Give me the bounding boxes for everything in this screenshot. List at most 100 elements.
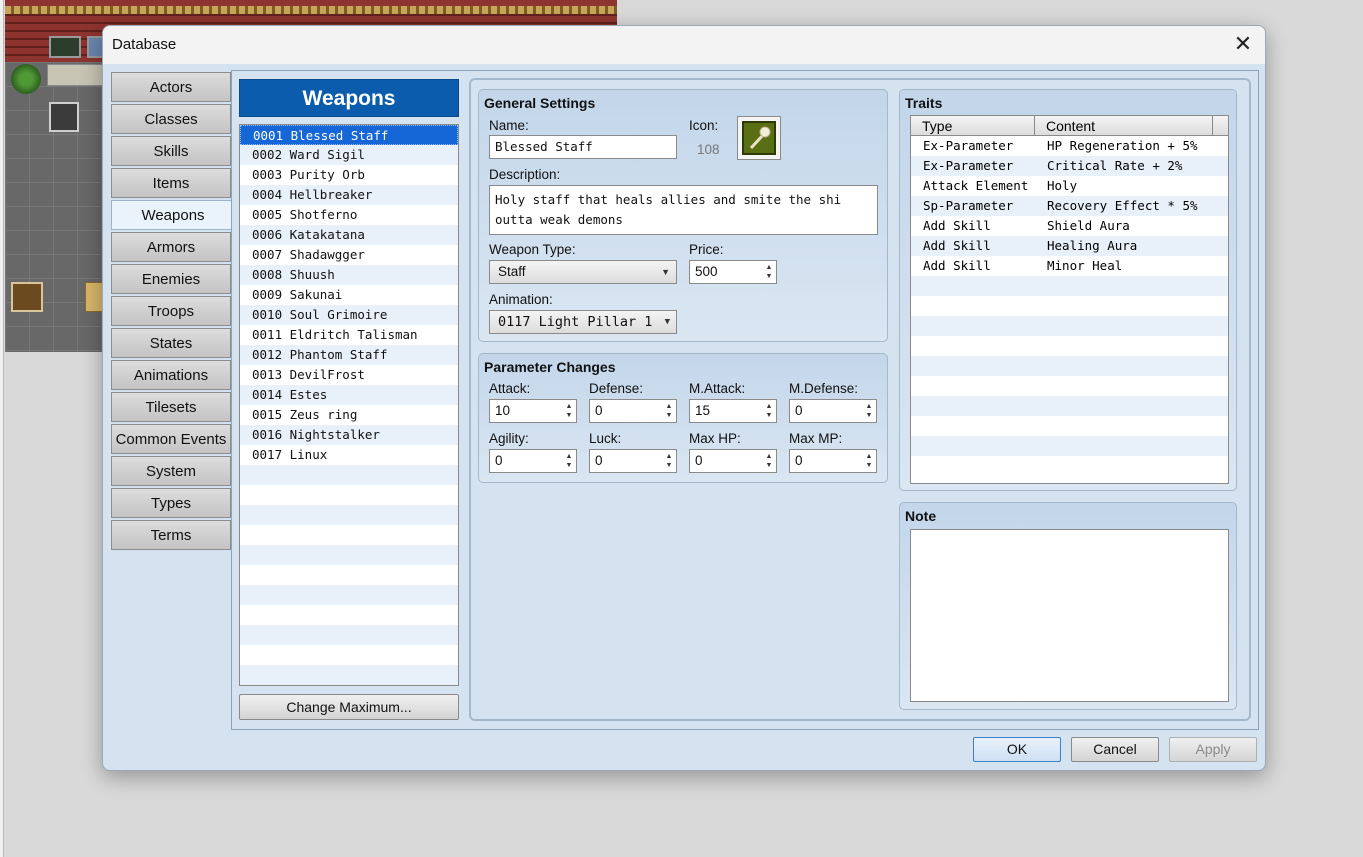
list-item[interactable]: 0012 Phantom Staff [240,345,458,365]
tab-items[interactable]: Items [111,168,231,198]
apply-button[interactable]: Apply [1169,737,1257,762]
trait-row[interactable]: Add Skill Shield Aura [911,216,1228,236]
tab-terms[interactable]: Terms [111,520,231,550]
list-item-empty[interactable] [240,645,458,665]
list-item-empty[interactable] [240,525,458,545]
spin-arrows-icon[interactable]: ▲ ▼ [764,263,774,281]
max-hp-field[interactable]: 0 ▲ ▼ [689,449,777,473]
note-group: Note [899,502,1237,710]
editor-left-strip [0,0,4,857]
trait-row-empty[interactable] [911,376,1228,396]
tab-types[interactable]: Types [111,488,231,518]
change-maximum-button[interactable]: Change Maximum... [239,694,459,720]
trait-row-empty[interactable] [911,276,1228,296]
trait-row-empty[interactable] [911,396,1228,416]
spin-arrows-icon[interactable]: ▲ ▼ [864,452,874,470]
trait-row[interactable]: Ex-Parameter HP Regeneration + 5% [911,136,1228,156]
list-item-empty[interactable] [240,665,458,685]
trait-row[interactable]: Add Skill Minor Heal [911,256,1228,276]
tab-skills[interactable]: Skills [111,136,231,166]
trait-row-empty[interactable] [911,436,1228,456]
tab-states[interactable]: States [111,328,231,358]
spin-arrows-icon[interactable]: ▲ ▼ [764,452,774,470]
list-item[interactable]: 0009 Sakunai [240,285,458,305]
attack-field[interactable]: 10 ▲ ▼ [489,399,577,423]
trait-row[interactable]: Add Skill Healing Aura [911,236,1228,256]
price-field[interactable]: 500 ▲ ▼ [689,260,777,284]
spin-arrows-icon[interactable]: ▲ ▼ [864,402,874,420]
list-item[interactable]: 0017 Linux [240,445,458,465]
list-item[interactable]: 0010 Soul Grimoire [240,305,458,325]
list-item[interactable]: 0008 Shuush [240,265,458,285]
list-item-empty[interactable] [240,565,458,585]
list-item[interactable]: 0013 DevilFrost [240,365,458,385]
list-item[interactable]: 0011 Eldritch Talisman [240,325,458,345]
list-item-empty[interactable] [240,585,458,605]
name-field[interactable]: Blessed Staff [489,135,677,159]
tab-weapons[interactable]: Weapons [111,200,235,230]
trait-row-empty[interactable] [911,316,1228,336]
tab-animations[interactable]: Animations [111,360,231,390]
list-item-empty[interactable] [240,625,458,645]
trait-row[interactable]: Sp-Parameter Recovery Effect * 5% [911,196,1228,216]
trait-row-empty[interactable] [911,356,1228,376]
list-item[interactable]: 0001 Blessed Staff [240,125,458,145]
ok-button[interactable]: OK [973,737,1061,762]
trait-row-empty[interactable] [911,456,1228,476]
weapon-list[interactable]: 0001 Blessed Staff 0002 Ward Sigil 0003 Pu… [239,124,459,686]
trait-row[interactable]: Ex-Parameter Critical Rate + 2% [911,156,1228,176]
database-dialog: Database ✕ Actors Classes Skills Items Weapo… [102,25,1266,771]
spin-arrows-icon[interactable]: ▲ ▼ [764,402,774,420]
note-field[interactable] [910,529,1229,702]
trait-row[interactable]: Attack Element Holy [911,176,1228,196]
tab-enemies[interactable]: Enemies [111,264,231,294]
tab-armors[interactable]: Armors [111,232,231,262]
tab-tilesets[interactable]: Tilesets [111,392,231,422]
luck-field[interactable]: 0 ▲ ▼ [589,449,677,473]
list-item[interactable]: 0005 Shotferno [240,205,458,225]
agility-field[interactable]: 0 ▲ ▼ [489,449,577,473]
animation-select[interactable]: 0117 Light Pillar 1 ▼ [489,310,677,334]
list-item-empty[interactable] [240,545,458,565]
list-item[interactable]: 0002 Ward Sigil [240,145,458,165]
m-attack-field[interactable]: 15 ▲ ▼ [689,399,777,423]
traits-table[interactable]: Type Content Ex-Parameter HP Regeneration… [910,115,1229,484]
list-item[interactable]: 0003 Purity Orb [240,165,458,185]
tab-actors[interactable]: Actors [111,72,231,102]
cancel-button[interactable]: Cancel [1071,737,1159,762]
map-trim-tiles [5,6,617,14]
trait-row-empty[interactable] [911,336,1228,356]
spin-arrows-icon[interactable]: ▲ ▼ [564,452,574,470]
list-item-empty[interactable] [240,465,458,485]
column-header-type[interactable]: Type [911,116,1035,136]
spin-arrows-icon[interactable]: ▲ ▼ [664,402,674,420]
defense-field[interactable]: 0 ▲ ▼ [589,399,677,423]
list-item[interactable]: 0014 Estes [240,385,458,405]
close-icon[interactable]: ✕ [1221,26,1265,64]
trait-row-empty[interactable] [911,296,1228,316]
list-item-empty[interactable] [240,485,458,505]
weapon-type-select[interactable]: Staff ▼ [489,260,677,284]
m-defense-field[interactable]: 0 ▲ ▼ [789,399,877,423]
tab-system[interactable]: System [111,456,231,486]
list-item[interactable]: 0006 Katakatana [240,225,458,245]
list-item-empty[interactable] [240,605,458,625]
list-item[interactable]: 0016 Nightstalker [240,425,458,445]
column-header-content[interactable]: Content [1035,116,1213,136]
max-mp-field[interactable]: 0 ▲ ▼ [789,449,877,473]
trait-content: Recovery Effect * 5% [1047,198,1198,213]
tab-troops[interactable]: Troops [111,296,231,326]
tab-common-events[interactable]: Common Events [111,424,231,454]
tab-classes[interactable]: Classes [111,104,231,134]
name-label: Name: [489,118,529,133]
list-item[interactable]: 0007 Shadawgger [240,245,458,265]
list-item-empty[interactable] [240,505,458,525]
icon-picker[interactable] [737,116,781,160]
spin-arrows-icon[interactable]: ▲ ▼ [564,402,574,420]
list-item[interactable]: 0015 Zeus ring [240,405,458,425]
description-field[interactable]: Holy staff that heals allies and smite t… [489,185,878,235]
spin-arrows-icon[interactable]: ▲ ▼ [664,452,674,470]
trait-row-empty[interactable] [911,416,1228,436]
chevron-down-icon: ▼ [664,317,670,327]
list-item[interactable]: 0004 Hellbreaker [240,185,458,205]
